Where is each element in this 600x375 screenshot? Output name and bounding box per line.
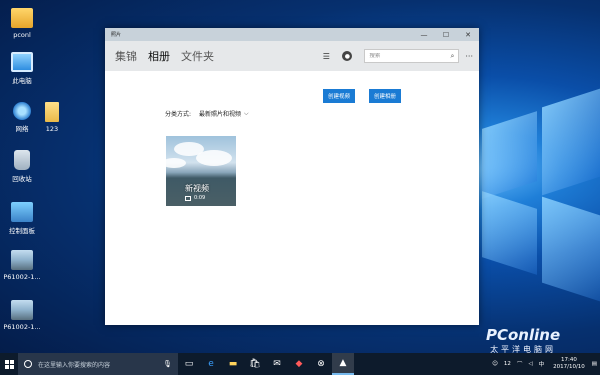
taskbar: 在这里输入你要搜索的内容 🎙 ▭ e ▬ 🛍 ✉ ◆ ⊗ ▲ ☺ 12 ⌒ ◁ … bbox=[0, 353, 600, 375]
more-menu-button[interactable]: ··· bbox=[465, 52, 473, 61]
window-title: 照片 bbox=[111, 32, 122, 38]
title-bar[interactable]: 照片 — ☐ ✕ bbox=[105, 28, 479, 41]
people-icon[interactable]: ☺ bbox=[492, 361, 498, 367]
photos-window: 照片 — ☐ ✕ 集锦 相册 文件夹 ☰ ● ⌕ ··· 创建视频 创建相册 分… bbox=[105, 28, 479, 325]
tab-albums[interactable]: 相册 bbox=[148, 48, 170, 64]
taskbar-search[interactable]: 在这里输入你要搜索的内容 🎙 bbox=[18, 353, 178, 375]
desktop-icon-this-pc[interactable]: 此电脑 bbox=[0, 52, 44, 85]
sort-row: 分类方式: 最新照片和视频 ⌵ bbox=[165, 109, 249, 119]
photos-app-icon[interactable]: ▲ bbox=[332, 353, 354, 375]
desktop-icon-label: 回收站 bbox=[12, 175, 32, 183]
network-status-icon[interactable]: ⌒ bbox=[517, 360, 523, 368]
chevron-down-icon[interactable]: ⌵ bbox=[244, 110, 249, 118]
volume-icon[interactable]: ◁ bbox=[528, 361, 532, 367]
folder-icon bbox=[45, 102, 59, 122]
albums-view: 创建视频 创建相册 分类方式: 最新照片和视频 ⌵ 新视频 0:09 bbox=[105, 71, 479, 325]
select-list-icon[interactable]: ☰ bbox=[320, 50, 332, 62]
image-file-icon bbox=[11, 300, 33, 320]
clock-time: 17:40 bbox=[561, 357, 577, 363]
image-file-icon bbox=[11, 250, 33, 270]
desktop-icon-folder-123[interactable]: 123 bbox=[30, 102, 74, 133]
maximize-button[interactable]: ☐ bbox=[435, 28, 457, 41]
wallpaper-logo-pane bbox=[482, 191, 537, 275]
action-center-icon[interactable]: ▤ bbox=[592, 361, 597, 367]
taskbar-search-text: 在这里输入你要搜索的内容 bbox=[38, 361, 111, 369]
desktop-icon-label: 网络 bbox=[15, 125, 29, 133]
start-button[interactable] bbox=[0, 353, 18, 375]
tab-folders[interactable]: 文件夹 bbox=[181, 48, 214, 64]
file-explorer-icon[interactable]: ▬ bbox=[222, 353, 244, 375]
account-icon[interactable]: ● bbox=[342, 51, 353, 61]
desktop-icon-label: P61002-1... bbox=[3, 273, 41, 281]
desktop-icon-label: P61002-1... bbox=[3, 323, 41, 331]
microphone-icon[interactable]: 🎙 bbox=[163, 360, 172, 368]
recycle-bin-icon bbox=[14, 150, 30, 170]
edge-icon[interactable]: e bbox=[200, 353, 222, 375]
store-icon[interactable]: 🛍 bbox=[244, 353, 266, 375]
nav-bar: 集锦 相册 文件夹 ☰ ● ⌕ ··· bbox=[105, 41, 479, 71]
sort-label: 分类方式: bbox=[165, 111, 192, 118]
sort-dropdown[interactable]: 最新照片和视频 bbox=[199, 109, 241, 118]
desktop-icon-label: 此电脑 bbox=[12, 77, 32, 85]
wallpaper-logo-pane bbox=[542, 88, 600, 196]
cloud-shape bbox=[166, 158, 186, 168]
video-icon bbox=[185, 195, 191, 201]
search-box[interactable]: ⌕ bbox=[364, 49, 460, 63]
language-icon[interactable]: 中 bbox=[539, 360, 545, 368]
album-tile[interactable]: 新视频 0:09 bbox=[166, 136, 236, 206]
close-button[interactable]: ✕ bbox=[457, 28, 479, 41]
desktop-icon-pconl[interactable]: pconl bbox=[0, 8, 44, 39]
clock[interactable]: 17:40 2017/10/10 bbox=[553, 357, 585, 371]
notification-count-badge: 12 bbox=[503, 361, 511, 367]
mail-icon[interactable]: ✉ bbox=[266, 353, 288, 375]
desktop-icon-label: 123 bbox=[45, 125, 59, 133]
watermark-logo: PConline bbox=[486, 326, 561, 344]
desktop-icon-image-2[interactable]: P61002-1... bbox=[0, 300, 44, 331]
cloud-shape bbox=[196, 150, 232, 166]
desktop-icon-image-1[interactable]: P61002-1... bbox=[0, 250, 44, 281]
user-folder-icon bbox=[11, 8, 33, 28]
duration-text: 0:09 bbox=[194, 195, 206, 201]
wallpaper-logo-pane bbox=[542, 196, 600, 302]
control-panel-icon bbox=[11, 202, 33, 222]
windows-icon bbox=[4, 359, 14, 369]
task-view-icon[interactable]: ▭ bbox=[178, 353, 200, 375]
create-album-button[interactable]: 创建相册 bbox=[369, 89, 402, 103]
app-icon[interactable]: ◆ bbox=[288, 353, 310, 375]
cortana-icon bbox=[24, 360, 32, 368]
album-name: 新视频 bbox=[185, 184, 209, 193]
album-duration: 0:09 bbox=[185, 195, 205, 201]
search-icon[interactable]: ⌕ bbox=[450, 52, 454, 61]
search-input[interactable] bbox=[369, 53, 451, 59]
desktop-icon-label: 控制面板 bbox=[9, 227, 35, 235]
system-tray: ☺ 12 ⌒ ◁ 中 17:40 2017/10/10 ▤ bbox=[489, 353, 600, 375]
watermark: PConline 太平洋电脑网 bbox=[486, 326, 560, 355]
network-icon bbox=[13, 102, 31, 120]
create-video-button[interactable]: 创建视频 bbox=[323, 89, 356, 103]
desktop-icon-recycle-bin[interactable]: 回收站 bbox=[0, 150, 44, 183]
xbox-icon[interactable]: ⊗ bbox=[310, 353, 332, 375]
clock-date: 2017/10/10 bbox=[553, 364, 585, 370]
tab-collection[interactable]: 集锦 bbox=[115, 48, 137, 64]
desktop-icon-control-panel[interactable]: 控制面板 bbox=[0, 202, 44, 235]
wallpaper-logo-pane bbox=[482, 111, 537, 199]
desktop-icon-label: pconl bbox=[13, 31, 31, 39]
minimize-button[interactable]: — bbox=[413, 28, 435, 41]
computer-icon bbox=[11, 52, 33, 72]
